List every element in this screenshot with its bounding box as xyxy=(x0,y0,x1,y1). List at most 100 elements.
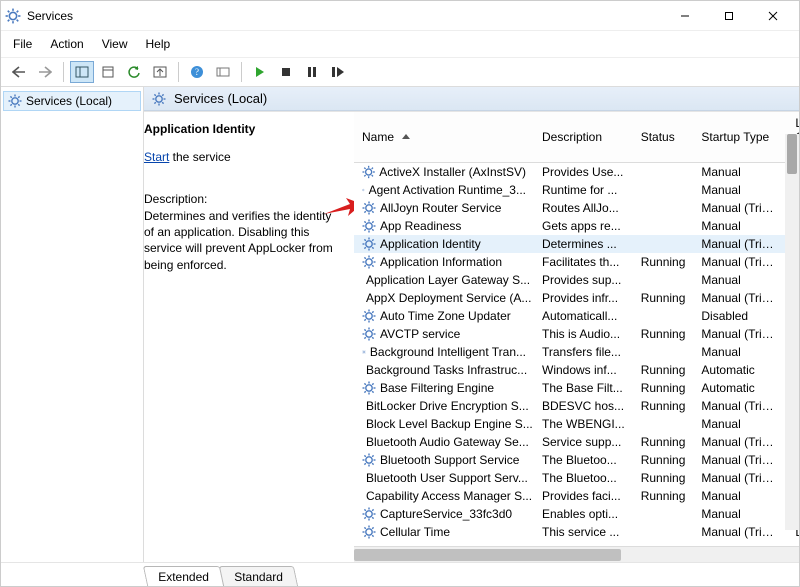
table-row[interactable]: AllJoyn Router ServiceRoutes AllJo...Man… xyxy=(354,199,799,217)
svg-text:?: ? xyxy=(195,67,199,77)
column-status[interactable]: Status xyxy=(633,112,694,163)
start-service-button[interactable] xyxy=(248,61,272,83)
service-startup-cell: Manual (Trigg... xyxy=(693,469,787,487)
column-name[interactable]: Name xyxy=(354,112,534,163)
table-row[interactable]: App ReadinessGets apps re...ManualLoc xyxy=(354,217,799,235)
back-button[interactable] xyxy=(7,61,31,83)
service-name-cell: AVCTP service xyxy=(354,325,534,343)
service-status-cell: Running xyxy=(633,325,694,343)
service-name-cell: Block Level Backup Engine S... xyxy=(354,415,534,433)
service-name-cell: AppX Deployment Service (A... xyxy=(354,289,534,307)
service-startup-cell: Manual xyxy=(693,271,787,289)
table-row[interactable]: Bluetooth User Support Serv...The Blueto… xyxy=(354,469,799,487)
service-name-cell: Capability Access Manager S... xyxy=(354,487,534,505)
service-name-cell: Bluetooth Support Service xyxy=(354,451,534,469)
service-name-cell: Bluetooth User Support Serv... xyxy=(354,469,534,487)
service-status-cell xyxy=(633,235,694,253)
services-table-wrap: Name Description Status Startup Type Log… xyxy=(354,112,799,562)
description-text: Determines and verifies the identity of … xyxy=(144,208,344,273)
horizontal-scrollbar-thumb[interactable] xyxy=(354,549,621,561)
column-startup-type[interactable]: Startup Type xyxy=(693,112,787,163)
table-row[interactable]: Application InformationFacilitates th...… xyxy=(354,253,799,271)
table-row[interactable]: Background Intelligent Tran...Transfers … xyxy=(354,343,799,361)
service-status-cell xyxy=(633,523,694,541)
table-row[interactable]: Bluetooth Audio Gateway Se...Service sup… xyxy=(354,433,799,451)
table-row[interactable]: ActiveX Installer (AxInstSV)Provides Use… xyxy=(354,163,799,182)
service-desc-cell: This is Audio... xyxy=(534,325,633,343)
vertical-scrollbar-thumb[interactable] xyxy=(787,134,797,174)
tab-extended[interactable]: Extended xyxy=(143,566,224,586)
table-row[interactable]: Base Filtering EngineThe Base Filt...Run… xyxy=(354,379,799,397)
menu-file[interactable]: File xyxy=(11,35,34,53)
service-startup-cell: Manual xyxy=(693,415,787,433)
service-startup-cell: Manual (Trigg... xyxy=(693,433,787,451)
table-row[interactable]: Block Level Backup Engine S...The WBENGI… xyxy=(354,415,799,433)
service-name-cell: Background Intelligent Tran... xyxy=(354,343,534,361)
properties-button[interactable] xyxy=(96,61,120,83)
service-name-cell: Application Information xyxy=(354,253,534,271)
table-row[interactable]: Application IdentityDetermines ...Manual… xyxy=(354,235,799,253)
table-row[interactable]: AppX Deployment Service (A...Provides in… xyxy=(354,289,799,307)
gear-icon xyxy=(362,183,365,197)
show-hide-tree-button[interactable] xyxy=(70,61,94,83)
column-description[interactable]: Description xyxy=(534,112,633,163)
table-header-row: Name Description Status Startup Type Log… xyxy=(354,112,799,163)
stop-service-button[interactable] xyxy=(274,61,298,83)
table-row[interactable]: Application Layer Gateway S...Provides s… xyxy=(354,271,799,289)
service-name-cell: Bluetooth Audio Gateway Se... xyxy=(354,433,534,451)
service-startup-cell: Manual xyxy=(693,487,787,505)
table-row[interactable]: AVCTP serviceThis is Audio...RunningManu… xyxy=(354,325,799,343)
tab-standard[interactable]: Standard xyxy=(219,566,298,586)
horizontal-scrollbar[interactable] xyxy=(354,546,799,562)
gear-icon xyxy=(362,237,376,251)
service-name-cell: BitLocker Drive Encryption S... xyxy=(354,397,534,415)
toolbar-separator xyxy=(63,62,64,82)
service-startup-cell: Manual (Trigg... xyxy=(693,397,787,415)
vertical-scrollbar[interactable] xyxy=(785,134,799,530)
service-status-cell xyxy=(633,217,694,235)
service-status-cell: Running xyxy=(633,433,694,451)
refresh-button[interactable] xyxy=(122,61,146,83)
service-status-cell: Running xyxy=(633,361,694,379)
table-row[interactable]: Cellular TimeThis service ...Manual (Tri… xyxy=(354,523,799,541)
table-row[interactable]: BitLocker Drive Encryption S...BDESVC ho… xyxy=(354,397,799,415)
restart-service-button[interactable] xyxy=(326,61,350,83)
service-desc-cell: Enables opti... xyxy=(534,505,633,523)
menu-action[interactable]: Action xyxy=(48,35,85,53)
start-service-link[interactable]: Start xyxy=(144,150,169,164)
menu-view[interactable]: View xyxy=(100,35,130,53)
minimize-button[interactable] xyxy=(663,2,707,30)
service-status-cell xyxy=(633,307,694,325)
gear-icon xyxy=(362,327,376,341)
service-startup-cell: Manual xyxy=(693,163,787,182)
service-startup-cell: Manual (Trigg... xyxy=(693,235,787,253)
menubar: File Action View Help xyxy=(1,31,799,58)
menu-help[interactable]: Help xyxy=(144,35,173,53)
toolbar-button[interactable] xyxy=(211,61,235,83)
selected-service-title: Application Identity xyxy=(144,122,344,136)
service-startup-cell: Disabled xyxy=(693,307,787,325)
service-desc-cell: The WBENGI... xyxy=(534,415,633,433)
table-row[interactable]: Auto Time Zone UpdaterAutomaticall...Dis… xyxy=(354,307,799,325)
table-row[interactable]: CaptureService_33fc3d0Enables opti...Man… xyxy=(354,505,799,523)
table-row[interactable]: Bluetooth Support ServiceThe Bluetoo...R… xyxy=(354,451,799,469)
gear-icon xyxy=(362,219,376,233)
service-status-cell xyxy=(633,415,694,433)
table-row[interactable]: Background Tasks Infrastruc...Windows in… xyxy=(354,361,799,379)
services-table[interactable]: Name Description Status Startup Type Log… xyxy=(354,112,799,541)
sidebar-item-services-local[interactable]: Services (Local) xyxy=(3,91,141,111)
service-desc-cell: Runtime for ... xyxy=(534,181,633,199)
service-startup-cell: Manual xyxy=(693,217,787,235)
service-desc-cell: The Base Filt... xyxy=(534,379,633,397)
close-button[interactable] xyxy=(751,2,795,30)
pause-service-button[interactable] xyxy=(300,61,324,83)
content-area: Services (Local) Services (Local) Applic… xyxy=(1,87,799,562)
table-row[interactable]: Agent Activation Runtime_3...Runtime for… xyxy=(354,181,799,199)
export-list-button[interactable] xyxy=(148,61,172,83)
maximize-button[interactable] xyxy=(707,2,751,30)
tabs-row: Extended Standard xyxy=(1,562,799,586)
service-status-cell xyxy=(633,163,694,182)
forward-button[interactable] xyxy=(33,61,57,83)
help-button[interactable]: ? xyxy=(185,61,209,83)
table-row[interactable]: Capability Access Manager S...Provides f… xyxy=(354,487,799,505)
